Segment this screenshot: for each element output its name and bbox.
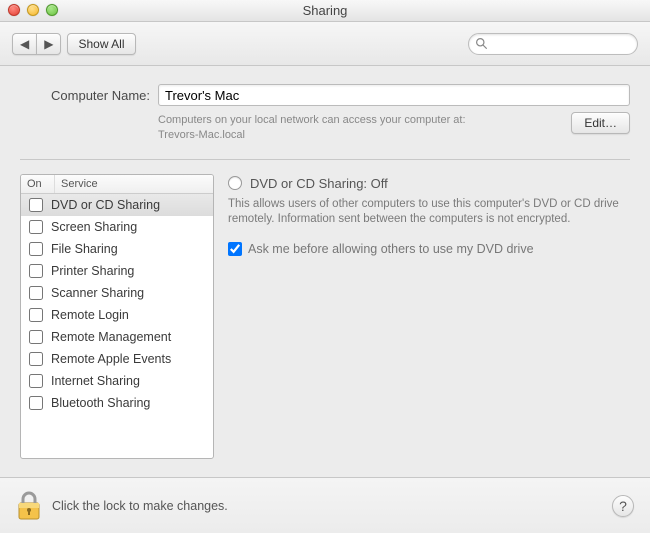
service-label: Remote Apple Events: [51, 352, 171, 366]
chevron-right-icon: ▶: [44, 38, 53, 50]
footer: Click the lock to make changes. ?: [0, 477, 650, 533]
detail-description: This allows users of other computers to …: [228, 197, 630, 228]
detail-title-row: DVD or CD Sharing: Off: [228, 176, 630, 191]
services-panel: On Service DVD or CD Sharing Screen Shari…: [20, 159, 630, 459]
column-header-service[interactable]: Service: [55, 175, 213, 193]
close-icon[interactable]: [8, 4, 20, 16]
back-button[interactable]: ◀: [12, 33, 36, 55]
lock-text: Click the lock to make changes.: [52, 499, 228, 513]
zoom-icon[interactable]: [46, 4, 58, 16]
service-label: Remote Management: [51, 330, 171, 344]
nav-segment: ◀ ▶: [12, 33, 61, 55]
window-title: Sharing: [0, 3, 650, 18]
search-field-wrap: [468, 33, 638, 55]
service-row[interactable]: Remote Management: [21, 326, 213, 348]
service-row[interactable]: Scanner Sharing: [21, 282, 213, 304]
service-label: DVD or CD Sharing: [51, 198, 160, 212]
service-row[interactable]: Screen Sharing: [21, 216, 213, 238]
computer-name-input[interactable]: [158, 84, 630, 106]
search-icon: [475, 37, 488, 50]
service-checkbox[interactable]: [29, 286, 43, 300]
show-all-button[interactable]: Show All: [67, 33, 135, 55]
service-row[interactable]: Remote Apple Events: [21, 348, 213, 370]
detail-title: DVD or CD Sharing: Off: [250, 176, 388, 191]
service-row[interactable]: Printer Sharing: [21, 260, 213, 282]
lock-icon[interactable]: [16, 491, 42, 521]
service-detail: DVD or CD Sharing: Off This allows users…: [228, 174, 630, 459]
service-row[interactable]: File Sharing: [21, 238, 213, 260]
service-checkbox[interactable]: [29, 198, 43, 212]
service-checkbox[interactable]: [29, 374, 43, 388]
toolbar: ◀ ▶ Show All: [0, 22, 650, 66]
computer-name-row: Computer Name:: [20, 84, 630, 106]
services-list-body: DVD or CD Sharing Screen Sharing File Shar…: [21, 194, 213, 414]
service-label: File Sharing: [51, 242, 118, 256]
computer-name-subtext-line1: Computers on your local network can acce…: [158, 114, 466, 126]
computer-name-sub-row: Computers on your local network can acce…: [20, 110, 630, 143]
service-checkbox[interactable]: [29, 330, 43, 344]
chevron-left-icon: ◀: [20, 38, 29, 50]
service-checkbox[interactable]: [29, 220, 43, 234]
service-row[interactable]: Bluetooth Sharing: [21, 392, 213, 414]
service-row[interactable]: Internet Sharing: [21, 370, 213, 392]
minimize-icon[interactable]: [27, 4, 39, 16]
search-input[interactable]: [468, 33, 638, 55]
help-button[interactable]: ?: [612, 495, 634, 517]
window-controls: [8, 4, 58, 16]
forward-button[interactable]: ▶: [36, 33, 61, 55]
service-checkbox[interactable]: [29, 352, 43, 366]
service-row[interactable]: Remote Login: [21, 304, 213, 326]
ask-before-checkbox[interactable]: [228, 242, 242, 256]
service-checkbox[interactable]: [29, 308, 43, 322]
ask-before-option[interactable]: Ask me before allowing others to use my …: [228, 242, 630, 256]
content-area: Computer Name: Computers on your local n…: [0, 66, 650, 459]
service-row[interactable]: DVD or CD Sharing: [21, 194, 213, 216]
computer-name-label: Computer Name:: [20, 88, 150, 103]
service-label: Screen Sharing: [51, 220, 137, 234]
computer-name-subtext-line2: Trevors-Mac.local: [158, 129, 245, 141]
service-label: Internet Sharing: [51, 374, 140, 388]
column-header-on[interactable]: On: [21, 175, 55, 193]
help-icon: ?: [619, 498, 627, 514]
service-label: Remote Login: [51, 308, 129, 322]
services-list-header: On Service: [21, 175, 213, 194]
service-status-indicator-icon: [228, 176, 242, 190]
service-label: Printer Sharing: [51, 264, 134, 278]
ask-before-label: Ask me before allowing others to use my …: [248, 242, 534, 256]
service-checkbox[interactable]: [29, 242, 43, 256]
service-checkbox[interactable]: [29, 396, 43, 410]
service-label: Scanner Sharing: [51, 286, 144, 300]
edit-button[interactable]: Edit…: [571, 112, 630, 134]
services-list: On Service DVD or CD Sharing Screen Shari…: [20, 174, 214, 459]
computer-name-subtext: Computers on your local network can acce…: [158, 110, 563, 143]
service-label: Bluetooth Sharing: [51, 396, 150, 410]
window-titlebar: Sharing: [0, 0, 650, 22]
service-checkbox[interactable]: [29, 264, 43, 278]
